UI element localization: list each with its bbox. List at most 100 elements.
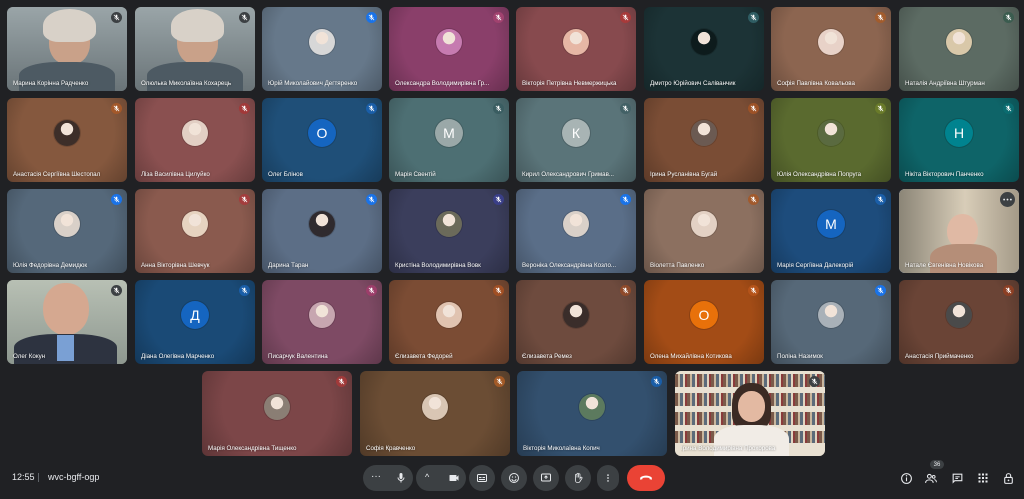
muted-indicator [239,285,250,296]
host-controls-button[interactable] [1001,471,1015,485]
meeting-details-button[interactable] [899,471,913,485]
participant-avatar [563,211,589,238]
muted-indicator [366,103,377,114]
participant-name: Вікторія Петрівна Невмержицька [522,80,617,87]
camera-button[interactable] [442,466,466,490]
participant-tile[interactable]: Юрій Миколайович Дегтяренко [262,7,382,91]
mic-off-icon [622,105,629,112]
participant-tile[interactable]: М Марія Свентій [389,98,509,182]
raise-hand-button[interactable] [565,465,591,491]
participant-tile[interactable]: Віолетта Павленко [644,189,764,273]
people-button[interactable] [924,471,938,485]
participant-avatar [182,211,208,238]
participant-tile[interactable]: Поліна Назимок [771,280,891,364]
muted-indicator [336,376,347,387]
muted-indicator [875,103,886,114]
muted-indicator [620,12,631,23]
participant-tile[interactable]: Анна Вікторівна Шевчук [135,189,255,273]
mic-off-icon [241,105,248,112]
participant-tile[interactable]: Єлизавета Ремез [516,280,636,364]
participant-tile[interactable]: Анастасія Сергіївна Шестопал [7,98,127,182]
mic-off-icon [811,378,818,385]
participant-tile[interactable]: Ірина Володимирівна Прохорова [675,371,825,456]
participant-tile[interactable]: Юлія Федорівна Демидюк [7,189,127,273]
participant-tile[interactable]: Ліза Василівна Цилуйко [135,98,255,182]
tile-more-options-button[interactable] [1000,192,1015,207]
muted-indicator [651,376,662,387]
muted-indicator [493,285,504,296]
muted-indicator [1003,103,1014,114]
meet-stage: Марина Корінна Радченко Олюлька Миколаївн… [0,0,1024,499]
mic-off-icon [750,105,757,112]
participant-avatar [563,29,589,56]
participant-tile[interactable]: Єлизавета Федорей [389,280,509,364]
mic-off-icon [338,378,345,385]
participant-tile[interactable]: Н Нікіта Вікторович Панченко [899,98,1019,182]
participant-tile[interactable]: Софія Кравченко [360,371,510,456]
participant-name: Наталія Андріївна Штурман [905,80,985,87]
participant-video-face [738,391,765,422]
participant-name: Кирил Олександрович Гримав... [522,171,615,178]
participant-name: Кристіна Володимирівна Вовк [395,262,481,269]
participant-tile[interactable]: Натале Євгенівна Новікова [899,189,1019,273]
participant-name: Анастасія Приймаченко [905,353,974,360]
participant-tile[interactable]: Марина Корінна Радченко [7,7,127,91]
microphone-button[interactable] [389,466,413,490]
participant-tile[interactable]: Олег Кокун [7,280,127,364]
mic-off-icon [113,287,120,294]
more-options-button[interactable] [597,465,619,491]
participant-tile[interactable]: Софія Павлівна Ковальова [771,7,891,91]
mic-off-icon [368,287,375,294]
meeting-clock: 12:55 [12,472,35,482]
participant-tile[interactable]: Олюлька Миколаївна Кохарець [135,7,255,91]
participant-avatar: К [562,119,590,148]
participant-name: Марія Сергіївна Далекорій [777,262,854,269]
muted-indicator [111,12,122,23]
microphone-icon [397,473,405,483]
audio-options-icon[interactable]: ··· [371,472,381,482]
participant-tile[interactable]: Марія Олександрівна Тищенко [202,371,352,456]
activities-button[interactable] [976,471,990,485]
participant-tile[interactable]: Писарчук Валентина [262,280,382,364]
participant-tile[interactable]: Вікторія Петрівна Невмержицька [516,7,636,91]
participant-tile[interactable]: Дарина Таран [262,189,382,273]
participant-tile[interactable]: Ірина Русланівна Бугай [644,98,764,182]
host-controls-icon [1003,472,1013,484]
participant-tile[interactable]: Юлія Олександрівна Попруга [771,98,891,182]
participant-name: Діана Олегівна Марченко [141,353,215,360]
participant-tile[interactable]: Дмитро Юрійович Саліванчик [644,7,764,91]
end-call-button[interactable] [627,465,665,491]
participant-tile[interactable]: Вікторія Миколаївна Копич [517,371,667,456]
present-button[interactable] [533,465,559,491]
participant-tile[interactable]: Вероніка Олександрівна Козло... [516,189,636,273]
emoji-button[interactable] [501,465,527,491]
participant-tile[interactable]: О Олена Михайлівна Котикова [644,280,764,364]
participant-tile[interactable]: М Марія Сергіївна Далекорій [771,189,891,273]
participant-tile[interactable]: О Олег Блінов [262,98,382,182]
mic-off-icon [113,105,120,112]
participant-tile[interactable]: Анастасія Приймаченко [899,280,1019,364]
participant-name: Олег Блінов [268,171,303,178]
participant-name: Марія Свентій [395,171,436,178]
chat-button[interactable] [950,471,964,485]
captions-icon [477,474,487,482]
mic-off-icon [750,287,757,294]
participant-tile[interactable]: Олександра Володимирівна Гр... [389,7,509,91]
mic-off-icon [113,196,120,203]
participant-name: Писарчук Валентина [268,353,328,360]
participant-tile[interactable]: Д Діана Олегівна Марченко [135,280,255,364]
participant-tile[interactable]: Наталія Андріївна Штурман [899,7,1019,91]
participant-tile[interactable]: К Кирил Олександрович Гримав... [516,98,636,182]
muted-indicator [1003,285,1014,296]
captions-button[interactable] [469,465,495,491]
participant-tile[interactable]: Кристіна Володимирівна Вовк [389,189,509,273]
muted-indicator [493,103,504,114]
muted-indicator [239,12,250,23]
participant-name: Анастасія Сергіївна Шестопал [13,171,101,178]
meeting-code: wvc-bgff-ogp [48,472,100,482]
participant-avatar [818,302,844,329]
video-options-chevron-icon[interactable]: ^ [425,472,429,482]
participant-name: Юлія Федорівна Демидюк [13,262,88,269]
muted-indicator [111,194,122,205]
mic-off-icon [1005,287,1012,294]
